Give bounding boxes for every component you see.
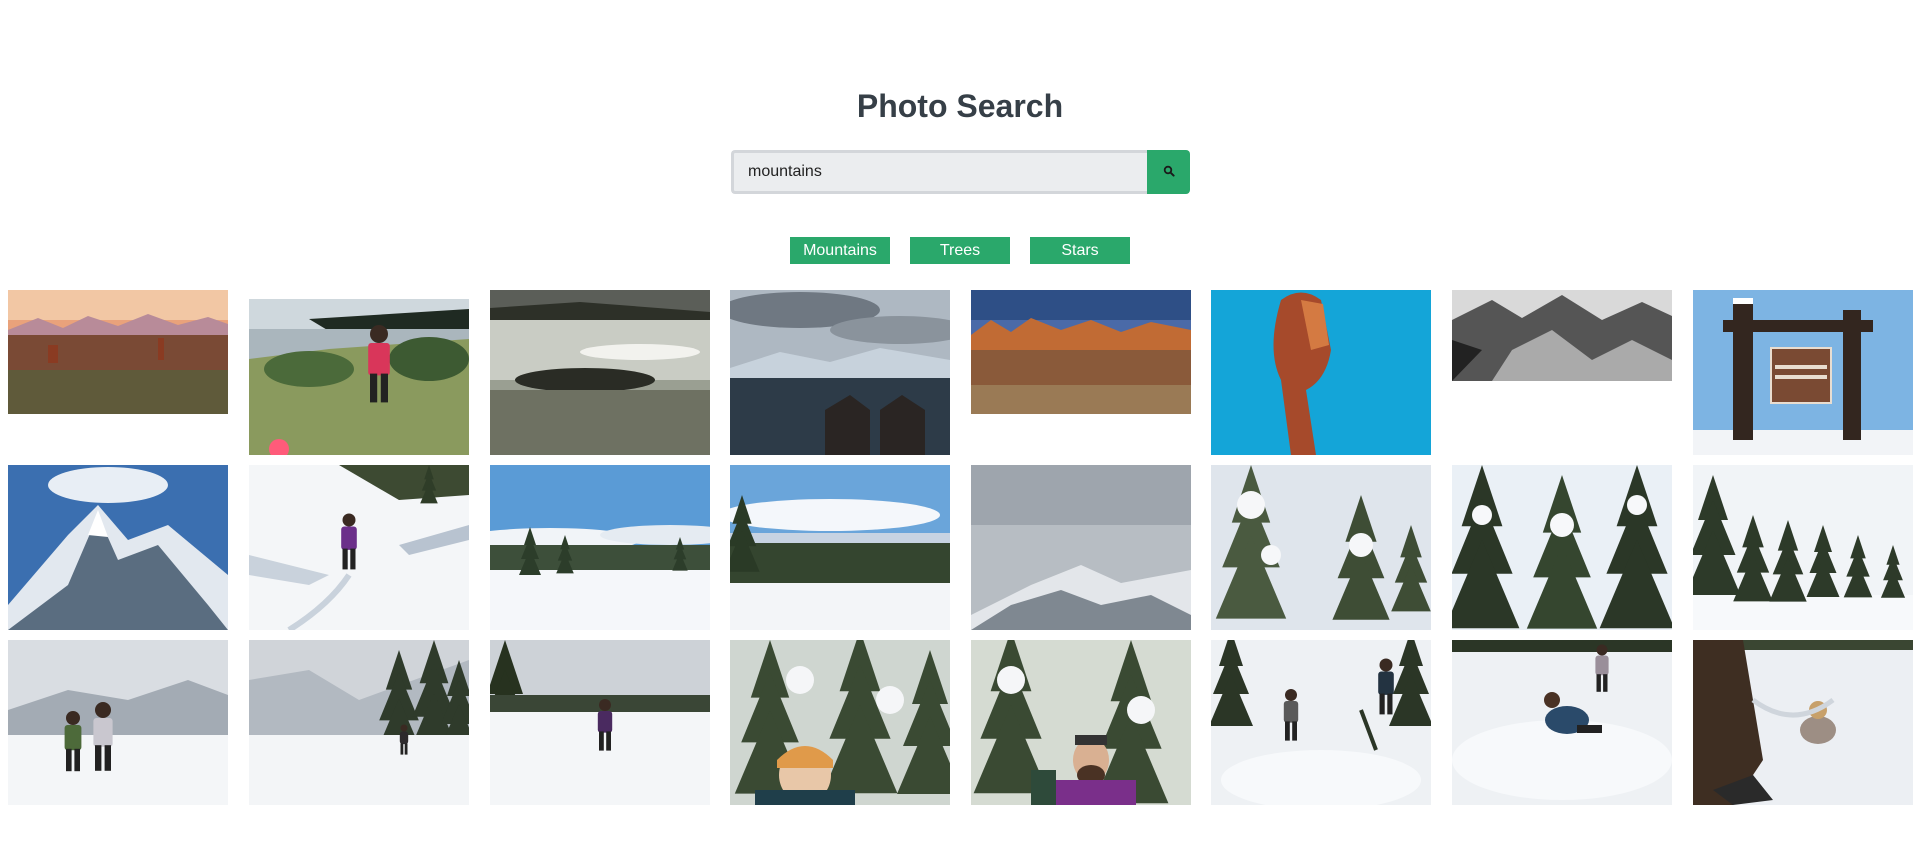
filter-mountains-button[interactable]: Mountains bbox=[790, 237, 890, 264]
photo-snowy-trail-hiker[interactable] bbox=[249, 640, 469, 805]
photo-bearded-hiker-purple[interactable] bbox=[971, 640, 1191, 805]
photo-chimneys-lake-mountains[interactable] bbox=[730, 290, 950, 455]
photo-snowshoer-open-field[interactable] bbox=[249, 465, 469, 630]
photo-tall-snowy-pines[interactable] bbox=[1452, 465, 1672, 630]
photo-grand-teton-sign[interactable] bbox=[1693, 290, 1913, 455]
photo-hiker-pink-jacket-shoreline[interactable] bbox=[249, 299, 469, 455]
search-icon bbox=[1163, 165, 1175, 180]
photo-search-page: Photo Search Mountains Trees Stars bbox=[0, 0, 1920, 859]
photo-misty-mountain[interactable] bbox=[971, 465, 1191, 630]
photo-snow-field-clouds[interactable] bbox=[730, 465, 950, 630]
photo-lake-island-silver[interactable] bbox=[490, 290, 710, 455]
search-input[interactable] bbox=[731, 150, 1147, 194]
photo-hikers-deep-snow[interactable] bbox=[1211, 640, 1431, 805]
photo-desert-sunrise-mountains[interactable] bbox=[8, 290, 228, 414]
photo-balanced-rock-blue-sky[interactable] bbox=[1211, 290, 1431, 455]
photo-black-white-mountain-valley[interactable] bbox=[1452, 290, 1672, 381]
filter-stars-button[interactable]: Stars bbox=[1030, 237, 1130, 264]
photo-pine-forest-edge[interactable] bbox=[1693, 465, 1913, 630]
photo-snowy-peak-blue-sky[interactable] bbox=[8, 465, 228, 630]
photo-hiker-legs-snow[interactable] bbox=[1693, 640, 1913, 805]
filter-trees-button[interactable]: Trees bbox=[910, 237, 1010, 264]
photo-snowy-meadow-pines[interactable] bbox=[490, 465, 710, 630]
photo-hiker-orange-hat[interactable] bbox=[730, 640, 950, 805]
search-button[interactable] bbox=[1147, 150, 1190, 194]
search-bar bbox=[731, 150, 1190, 194]
page-title: Photo Search bbox=[856, 88, 1064, 124]
photo-snow-covered-pines[interactable] bbox=[1211, 465, 1431, 630]
photo-hiker-fallen-snow[interactable] bbox=[1452, 640, 1672, 805]
photo-two-hikers-snow[interactable] bbox=[8, 640, 228, 805]
photo-red-rock-canyon[interactable] bbox=[971, 290, 1191, 414]
photo-hiker-snowy-lake[interactable] bbox=[490, 640, 710, 805]
filter-buttons: Mountains Trees Stars bbox=[0, 237, 1920, 264]
